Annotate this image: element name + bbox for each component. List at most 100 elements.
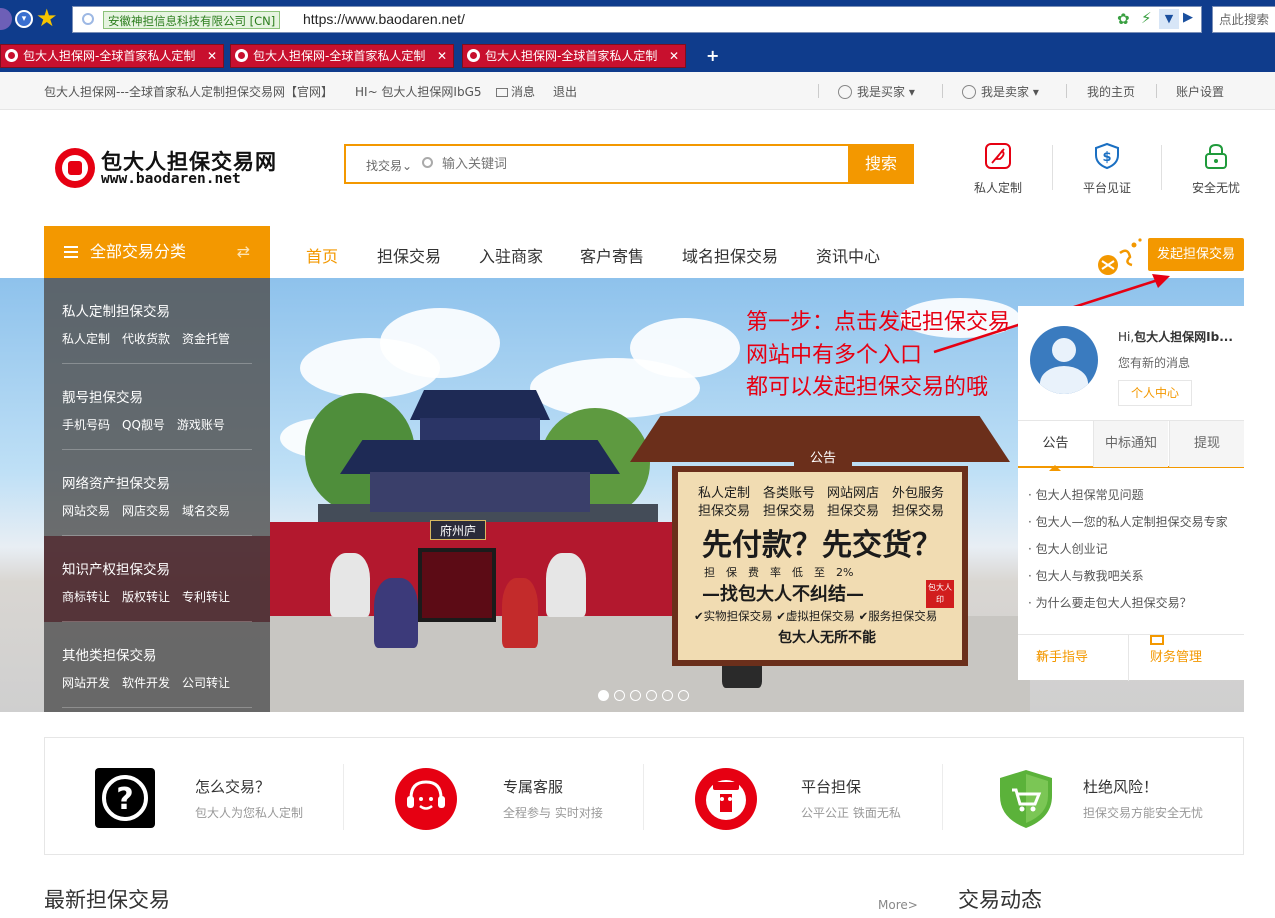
category-link[interactable]: 商标转让 — [62, 590, 110, 604]
category-link[interactable]: 私人定制 — [62, 332, 110, 346]
carousel-dot[interactable] — [662, 690, 673, 701]
category-title[interactable]: 知识产权担保交易 — [62, 558, 170, 578]
category-link[interactable]: 域名交易 — [182, 504, 230, 518]
board-checks: ✔实物担保交易 ✔虚拟担保交易 ✔服务担保交易 — [694, 609, 938, 623]
tab-close-icon[interactable]: ✕ — [669, 45, 679, 67]
greeting-text[interactable]: HI~ 包大人担保网IbG5 — [355, 83, 482, 100]
nav-guarantee[interactable]: 担保交易 — [377, 243, 441, 267]
carousel-dot[interactable] — [646, 690, 657, 701]
judge-icon — [695, 768, 757, 830]
logout-link[interactable]: 退出 — [553, 83, 577, 100]
category-group[interactable]: 其他类担保交易 网站开发 软件开发 公司转让 — [44, 622, 270, 708]
feature-sub: 包大人为您私人定制 — [195, 806, 304, 820]
launch-guarantee-button[interactable]: 发起担保交易 — [1148, 238, 1244, 271]
url-text[interactable]: https://www.baodaren.net/ — [303, 11, 465, 27]
site-title-link[interactable]: 包大人担保网---全球首家私人定制担保交易网【官网】 — [44, 83, 333, 100]
news-item[interactable]: · 包大人与教我吧关系 — [1028, 567, 1144, 584]
search-input[interactable] — [442, 154, 832, 174]
header-witness-link[interactable]: $ 平台见证 — [1072, 142, 1142, 195]
category-link[interactable]: 公司转让 — [182, 676, 230, 690]
feature-how-to-trade[interactable]: ? 怎么交易？ 包大人为您私人定制 — [95, 768, 395, 828]
category-group[interactable]: 私人定制担保交易 私人定制 代收货款 资金托管 — [44, 278, 270, 364]
category-title[interactable]: 靓号担保交易 — [62, 386, 143, 406]
feature-customer-service[interactable]: 专属客服 全程参与 实时对接 — [395, 768, 695, 830]
nav-merchants[interactable]: 入驻商家 — [479, 243, 543, 267]
header-custom-link[interactable]: 私人定制 — [963, 142, 1033, 195]
feature-no-risk[interactable]: 杜绝风险！ 担保交易方能安全无忧 — [997, 768, 1275, 828]
feature-platform-guarantee[interactable]: 平台担保 公平公正 铁面无私 — [695, 768, 995, 830]
category-group[interactable]: 靓号担保交易 手机号码 QQ靓号 游戏账号 — [44, 364, 270, 450]
buyer-menu[interactable]: 我是买家 ▾ — [838, 83, 915, 100]
category-title[interactable]: 网络资产担保交易 — [62, 472, 170, 492]
dropdown-icon[interactable]: ▼ — [1159, 9, 1179, 29]
my-home-link[interactable]: 我的主页 — [1087, 83, 1135, 100]
browser-tab-2[interactable]: 包大人担保网-全球首家私人定制 ✕ — [230, 44, 454, 68]
category-title[interactable]: 其他类担保交易 — [62, 644, 157, 664]
new-tab-button[interactable]: + — [706, 46, 719, 65]
header-safety-link[interactable]: 安全无忧 — [1181, 142, 1251, 195]
tab-announcement[interactable]: 公告 — [1018, 421, 1093, 467]
tab-withdraw[interactable]: 提现 — [1169, 421, 1244, 467]
personal-center-button[interactable]: 个人中心 — [1118, 380, 1192, 406]
seller-menu[interactable]: 我是卖家 ▾ — [962, 83, 1039, 100]
favorites-star-icon[interactable]: ★ — [36, 4, 58, 32]
category-link[interactable]: 软件开发 — [122, 676, 170, 690]
browser-menu-icon[interactable]: ▾ — [15, 10, 33, 28]
lightning-icon[interactable]: ⚡ — [1141, 9, 1152, 27]
go-icon[interactable]: ▶ — [1183, 10, 1193, 25]
search-button[interactable]: 搜索 — [848, 144, 914, 184]
carousel-dot[interactable] — [598, 690, 609, 701]
news-item[interactable]: · 包大人担保常见问题 — [1028, 486, 1144, 503]
question-icon: ? — [95, 768, 155, 828]
category-title[interactable]: 私人定制担保交易 — [62, 300, 170, 320]
tab-bid-notice[interactable]: 中标通知 — [1093, 421, 1168, 467]
carousel-dot[interactable] — [614, 690, 625, 701]
feature-sub: 担保交易方能安全无忧 — [1083, 806, 1204, 820]
news-item[interactable]: · 包大人创业记 — [1028, 540, 1108, 557]
category-link[interactable]: 代收货款 — [122, 332, 170, 346]
more-link[interactable]: More> — [878, 898, 918, 912]
security-badge[interactable]: 安徽神担信息科技有限公司 [CN] — [103, 11, 281, 29]
carousel-dot[interactable] — [678, 690, 689, 701]
category-link[interactable]: 专利转让 — [182, 590, 230, 604]
all-categories-button[interactable]: 全部交易分类 ⇄ — [44, 226, 270, 278]
tab-close-icon[interactable]: ✕ — [207, 45, 217, 67]
category-link[interactable]: 版权转让 — [122, 590, 170, 604]
news-item[interactable]: · 包大人—您的私人定制担保交易专家 — [1028, 513, 1228, 530]
site-logo[interactable]: 包大人担保交易网 www.baodaren.net — [55, 145, 280, 190]
browser-tab-1[interactable]: 包大人担保网-全球首家私人定制 ✕ — [0, 44, 224, 68]
category-link[interactable]: QQ靓号 — [122, 418, 165, 432]
browser-search-box[interactable]: 点此搜索 — [1212, 6, 1275, 33]
search-icon — [422, 157, 433, 168]
tab-close-icon[interactable]: ✕ — [437, 45, 447, 67]
avatar[interactable] — [1030, 326, 1098, 394]
swap-arrows-icon: ⇄ — [236, 242, 250, 261]
refresh-icon[interactable]: ✿ — [1117, 10, 1130, 28]
address-bar[interactable]: 安徽神担信息科技有限公司 [CN] https://www.baodaren.n… — [72, 6, 1202, 33]
nav-domain-guarantee[interactable]: 域名担保交易 — [682, 243, 778, 267]
pagoda-roof-top — [410, 390, 550, 420]
category-group[interactable]: 网络资产担保交易 网站交易 网店交易 域名交易 — [44, 450, 270, 536]
news-item[interactable]: · 为什么要走包大人担保交易？ — [1028, 594, 1192, 611]
site-search: 找交易⌄ 搜索 — [344, 144, 914, 184]
gate-plaque: 府州庐 — [430, 520, 486, 540]
nav-consignment[interactable]: 客户寄售 — [580, 243, 644, 267]
category-link[interactable]: 网站开发 — [62, 676, 110, 690]
category-group[interactable]: 知识产权担保交易 商标转让 版权转让 专利转让 — [44, 536, 270, 622]
nav-home[interactable]: 首页 — [306, 243, 338, 267]
browser-tab-3[interactable]: 包大人担保网-全球首家私人定制 ✕ — [462, 44, 686, 68]
category-link[interactable]: 手机号码 — [62, 418, 110, 432]
category-link[interactable]: 游戏账号 — [177, 418, 225, 432]
search-type-select[interactable]: 找交易⌄ — [366, 157, 412, 174]
category-link[interactable]: 网店交易 — [122, 504, 170, 518]
carousel-dot[interactable] — [630, 690, 641, 701]
messages-link[interactable]: 消息 — [496, 83, 535, 100]
browser-back-icon[interactable] — [0, 8, 12, 30]
category-link[interactable]: 网站交易 — [62, 504, 110, 518]
new-message-text[interactable]: 您有新的消息 — [1118, 354, 1190, 371]
account-settings-link[interactable]: 账户设置 — [1176, 83, 1224, 100]
category-link[interactable]: 资金托管 — [182, 332, 230, 346]
tab-favicon-icon — [235, 49, 248, 62]
nav-news[interactable]: 资讯中心 — [816, 243, 880, 267]
character-scholar — [374, 578, 418, 648]
